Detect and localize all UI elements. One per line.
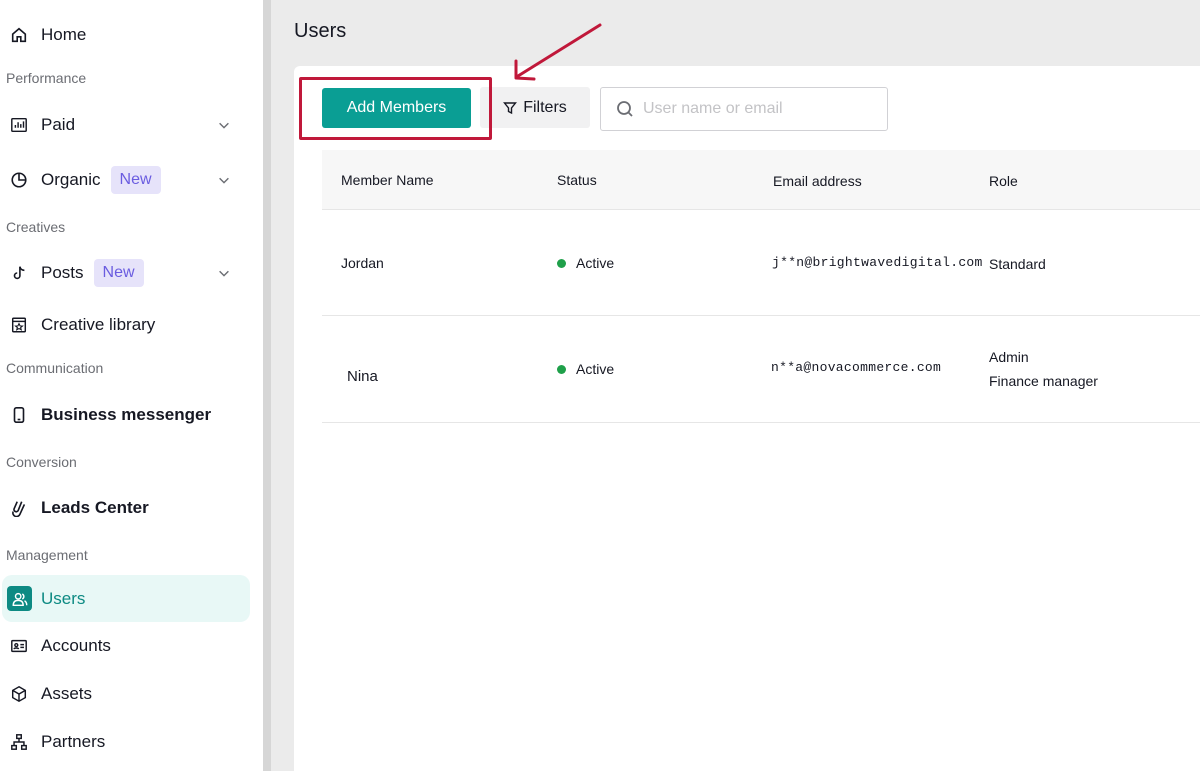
new-badge: New (93, 259, 144, 287)
sidebar-item-leads-center[interactable]: Leads Center (2, 485, 250, 531)
section-performance: Performance (6, 70, 87, 86)
status-dot (557, 364, 566, 374)
chevron-down-icon[interactable] (216, 117, 232, 133)
cube-icon (9, 684, 29, 704)
chevron-down-icon[interactable] (216, 265, 232, 281)
new-badge: New (110, 166, 161, 194)
sidebar-item-label: Organic (41, 170, 101, 189)
magnet-icon (9, 498, 29, 518)
sidebar-item-label: Paid (41, 115, 76, 134)
status-cell: Active (557, 361, 614, 377)
table-row[interactable]: Nina Active n**a@novacommerce.com Admin … (322, 317, 1200, 423)
role-cell: Admin (989, 349, 1029, 365)
library-icon (9, 315, 29, 335)
section-management: Management (6, 547, 88, 563)
filter-icon (503, 101, 518, 114)
sidebar: Home Performance Paid Organic New Creati… (0, 0, 262, 771)
sidebar-item-assets[interactable]: Assets (2, 671, 250, 717)
column-member-name: Member Name (341, 172, 434, 188)
status-dot (557, 258, 566, 268)
filters-label: Filters (523, 98, 567, 116)
chevron-down-icon[interactable] (216, 172, 232, 188)
table-header: Member Name Status Email address Role (322, 150, 1200, 210)
search-icon (617, 101, 633, 117)
status-label: Active (576, 361, 615, 377)
id-card-icon (9, 636, 29, 656)
pie-chart-icon (9, 170, 29, 190)
org-chart-icon (9, 732, 29, 752)
section-creatives: Creatives (6, 219, 66, 235)
sidebar-item-organic[interactable]: Organic New (2, 157, 250, 203)
search-input[interactable] (643, 100, 873, 118)
email-cell: j**n@brightwavedigital.com (772, 255, 983, 270)
home-icon (9, 25, 29, 45)
section-conversion: Conversion (6, 454, 77, 470)
member-name: Jordan (341, 255, 384, 271)
highlight-box (299, 77, 492, 140)
column-status: Status (557, 172, 597, 188)
sidebar-item-creative-library[interactable]: Creative library (2, 302, 250, 348)
sidebar-item-label: Home (41, 25, 87, 44)
phone-icon (9, 405, 29, 425)
sidebar-item-label: Creative library (41, 315, 156, 334)
email-cell: n**a@novacommerce.com (771, 360, 942, 375)
sidebar-item-posts[interactable]: Posts New (2, 250, 250, 296)
table-row[interactable]: Jordan Active j**n@brightwavedigital.com… (322, 211, 1200, 316)
sidebar-scrollbar[interactable] (263, 0, 271, 771)
sidebar-item-label: Leads Center (41, 498, 149, 517)
status-label: Active (576, 255, 615, 271)
sidebar-item-users[interactable]: Users (2, 575, 250, 622)
annotation-arrow-icon (514, 23, 602, 81)
sidebar-item-home[interactable]: Home (2, 12, 250, 58)
sidebar-item-label: Accounts (41, 636, 111, 655)
sidebar-item-label: Users (41, 588, 86, 608)
sidebar-item-label: Partners (41, 732, 106, 751)
page-title: Users (294, 20, 347, 42)
users-card: Add Members Filters Member Name Status E… (294, 66, 1200, 771)
sidebar-item-partners[interactable]: Partners (2, 719, 250, 765)
status-cell: Active (557, 255, 614, 271)
sidebar-item-label: Posts (41, 263, 84, 282)
section-communication: Communication (6, 360, 104, 376)
search-box[interactable] (600, 87, 888, 131)
chart-icon (9, 115, 29, 135)
role-cell-secondary: Finance manager (989, 373, 1098, 389)
column-email: Email address (773, 173, 862, 189)
tiktok-icon (9, 263, 29, 283)
column-role: Role (989, 173, 1018, 189)
role-cell: Standard (989, 256, 1046, 272)
filters-button[interactable]: Filters (480, 87, 590, 128)
sidebar-item-label: Business messenger (41, 405, 212, 424)
sidebar-item-accounts[interactable]: Accounts (2, 623, 250, 669)
users-icon (7, 586, 32, 611)
sidebar-item-business-messenger[interactable]: Business messenger (2, 392, 250, 438)
member-name: Nina (347, 368, 378, 385)
sidebar-item-label: Assets (41, 684, 93, 703)
sidebar-item-paid[interactable]: Paid (2, 102, 250, 148)
